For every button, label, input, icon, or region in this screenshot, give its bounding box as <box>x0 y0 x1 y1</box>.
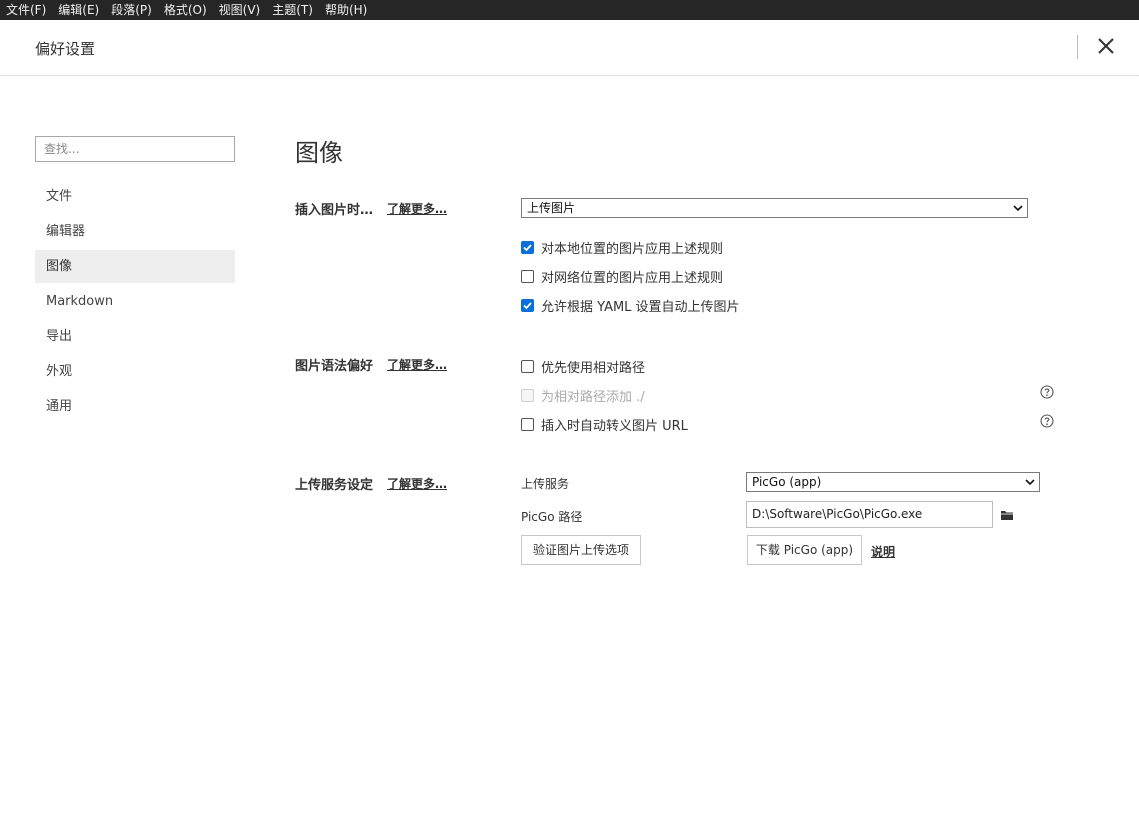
sidebar-item-appearance[interactable]: 外观 <box>35 355 235 388</box>
explain-link[interactable]: 说明 <box>871 543 895 560</box>
preferences-header: 偏好设置 <box>0 20 1139 76</box>
option-dot-slash: 为相对路径添加 ./ <box>521 386 645 405</box>
help-icon[interactable] <box>1040 385 1054 399</box>
insert-action-select[interactable]: 上传图片 <box>521 198 1028 218</box>
menu-edit[interactable]: 编辑(E) <box>58 0 99 20</box>
check-icon <box>523 244 532 252</box>
check-icon <box>523 302 532 310</box>
option-yaml-upload[interactable]: 允许根据 YAML 设置自动上传图片 <box>521 296 740 315</box>
insert-action-value: 上传图片 <box>527 201 576 215</box>
search-input[interactable] <box>35 136 235 162</box>
upload-service-select[interactable]: PicGo (app) <box>746 472 1040 492</box>
sidebar-item-file[interactable]: 文件 <box>35 180 235 213</box>
download-picgo-button[interactable]: 下载 PicGo (app) <box>747 535 862 565</box>
menu-bar: 文件(F) 编辑(E) 段落(P) 格式(O) 视图(V) 主题(T) 帮助(H… <box>0 0 1139 20</box>
insert-learn-more-link[interactable]: 了解更多… <box>387 200 447 217</box>
upload-service-value: PicGo (app) <box>752 475 822 489</box>
upload-learn-more-link[interactable]: 了解更多… <box>387 475 447 492</box>
option-label: 对本地位置的图片应用上述规则 <box>541 242 724 257</box>
upload-service-field-label: 上传服务 <box>521 477 570 491</box>
menu-theme[interactable]: 主题(T) <box>272 0 313 20</box>
chevron-down-icon <box>1013 205 1023 212</box>
checkbox-escape-url[interactable] <box>521 418 534 431</box>
page-title: 偏好设置 <box>35 40 96 58</box>
sidebar-item-general[interactable]: 通用 <box>35 390 235 423</box>
menu-help[interactable]: 帮助(H) <box>325 0 367 20</box>
chevron-down-icon <box>1025 479 1035 486</box>
verify-upload-button[interactable]: 验证图片上传选项 <box>521 535 641 565</box>
sidebar-item-export[interactable]: 导出 <box>35 320 235 353</box>
option-network-images[interactable]: 对网络位置的图片应用上述规则 <box>521 267 723 286</box>
sidebar-item-markdown[interactable]: Markdown <box>35 285 235 318</box>
menu-file[interactable]: 文件(F) <box>6 0 46 20</box>
option-escape-url[interactable]: 插入时自动转义图片 URL <box>521 415 688 434</box>
sidebar-nav: 文件 编辑器 图像 Markdown 导出 外观 通用 <box>35 180 235 425</box>
checkbox-relative-path[interactable] <box>521 360 534 373</box>
sidebar-item-image[interactable]: 图像 <box>35 250 235 283</box>
header-divider <box>1077 35 1078 59</box>
option-label: 插入时自动转义图片 URL <box>541 419 688 434</box>
menu-paragraph[interactable]: 段落(P) <box>111 0 152 20</box>
syntax-learn-more-link[interactable]: 了解更多… <box>387 356 447 373</box>
menu-format[interactable]: 格式(O) <box>164 0 207 20</box>
help-icon[interactable] <box>1040 414 1054 428</box>
syntax-pref-label: 图片语法偏好 <box>295 359 374 374</box>
upload-service-label: 上传服务设定 <box>295 478 374 493</box>
section-title: 图像 <box>295 139 343 167</box>
picgo-path-input[interactable]: D:\Software\PicGo\PicGo.exe <box>746 501 993 528</box>
menu-view[interactable]: 视图(V) <box>219 0 261 20</box>
close-icon[interactable] <box>1096 36 1116 56</box>
checkbox-yaml-upload[interactable] <box>521 299 534 312</box>
checkbox-local-images[interactable] <box>521 241 534 254</box>
option-relative-path[interactable]: 优先使用相对路径 <box>521 357 645 376</box>
option-label: 为相对路径添加 ./ <box>541 390 645 405</box>
checkbox-network-images[interactable] <box>521 270 534 283</box>
option-label: 优先使用相对路径 <box>541 361 646 376</box>
sidebar-item-editor[interactable]: 编辑器 <box>35 215 235 248</box>
folder-icon[interactable] <box>1000 509 1014 521</box>
picgo-path-label: PicGo 路径 <box>521 510 583 524</box>
checkbox-dot-slash <box>521 389 534 402</box>
option-label: 允许根据 YAML 设置自动上传图片 <box>541 300 740 315</box>
insert-image-label: 插入图片时… <box>295 203 374 218</box>
option-local-images[interactable]: 对本地位置的图片应用上述规则 <box>521 238 723 257</box>
option-label: 对网络位置的图片应用上述规则 <box>541 271 724 286</box>
